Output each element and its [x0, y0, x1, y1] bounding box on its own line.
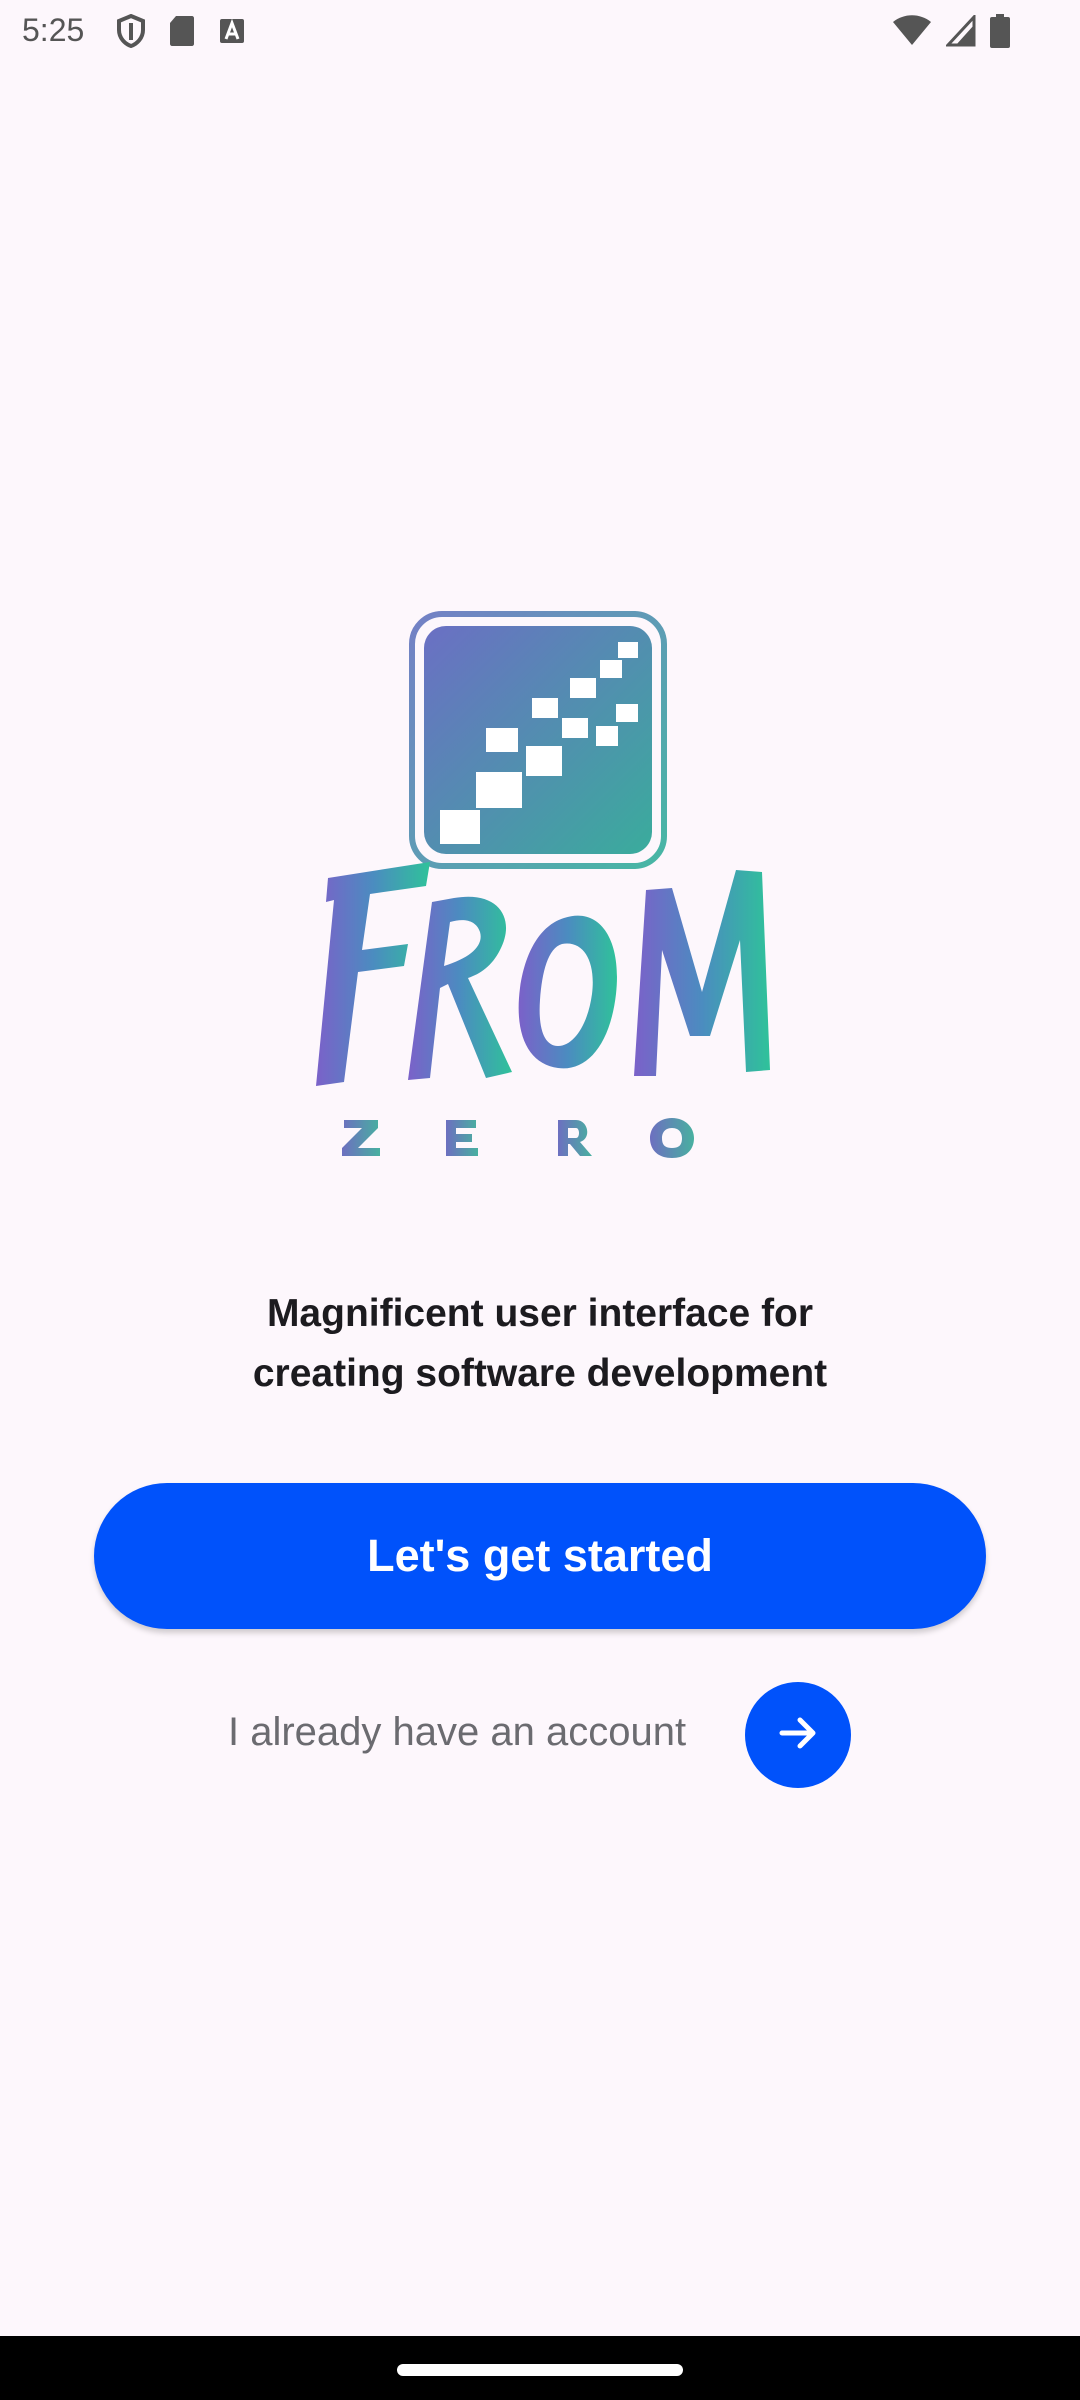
sd-card-icon: [168, 14, 196, 48]
wifi-icon: [892, 15, 932, 47]
tagline-line-2: creating software development: [252, 1352, 828, 1395]
arrow-right-icon: [774, 1709, 822, 1762]
a-box-icon: [218, 17, 246, 45]
status-right-icons: [892, 14, 1010, 48]
status-bar: 5:25: [0, 0, 1080, 62]
shield-icon: [116, 14, 146, 48]
tagline-line-1: Magnificent user interface for: [266, 1292, 814, 1335]
from-zero-logo: [300, 600, 780, 1180]
existing-account-row: I already have an account: [0, 1682, 1080, 1788]
sign-in-arrow-button[interactable]: [745, 1682, 851, 1788]
get-started-button[interactable]: Let's get started: [94, 1483, 986, 1629]
tagline: Magnificent user interface for creating …: [140, 1284, 940, 1404]
home-indicator[interactable]: [397, 2364, 683, 2376]
status-left-icons: [116, 14, 246, 48]
status-time: 5:25: [22, 12, 85, 48]
battery-icon: [990, 14, 1010, 48]
existing-account-link[interactable]: I already have an account: [228, 1710, 686, 1755]
signal-icon: [946, 15, 976, 47]
